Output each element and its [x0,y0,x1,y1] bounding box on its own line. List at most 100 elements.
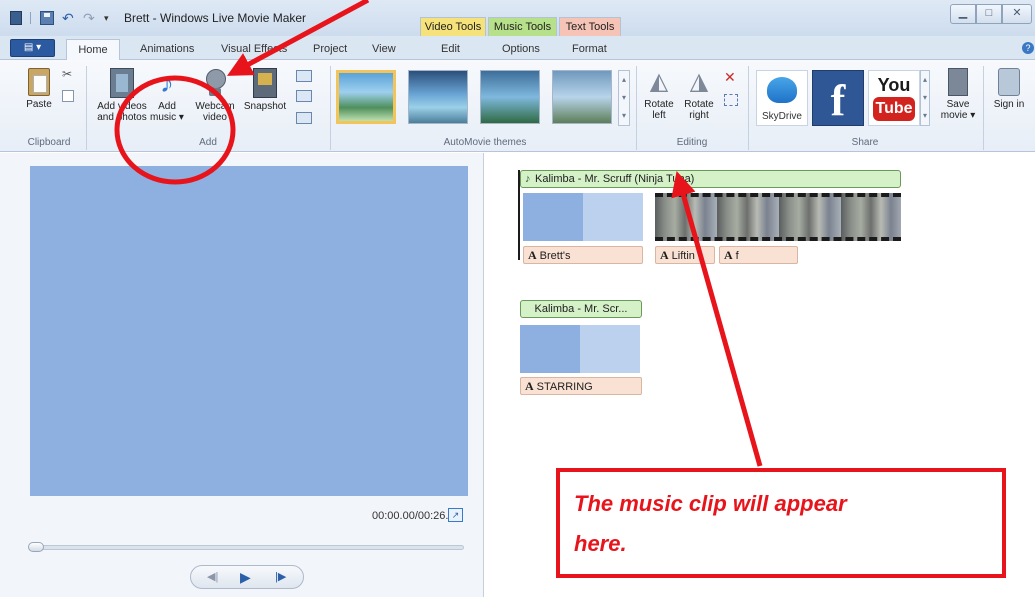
preview-monitor[interactable] [30,166,468,496]
preview-pane: 00:00.00/00:26.33 ↗ ◀| ▶ |▶ [0,153,484,597]
rotate-left-icon: ◭ [649,68,669,95]
youtube-logo-badge: Tube [873,97,915,121]
undo-icon[interactable]: ↶ [62,11,76,25]
skydrive-label: SkyDrive [761,111,802,122]
video-tools-context-tab: Video Tools [420,17,486,36]
webcam-icon [204,68,226,98]
seek-bar[interactable] [30,545,464,550]
youtube-logo-text: You [877,75,911,95]
add-music-button[interactable]: ♪ Add music ▾ [148,67,186,124]
theme-thumbnail[interactable] [552,70,612,124]
caption-clip[interactable]: Af [719,246,798,264]
group-divider [86,66,87,150]
caption-clip[interactable]: A Liftin [655,246,715,264]
minimize-button[interactable]: ▁ [950,4,976,24]
play-icon[interactable]: ▶ [240,570,251,584]
youtube-button[interactable]: You Tube [868,70,920,126]
cut-icon[interactable]: ✂ [62,68,76,80]
gallery-scroll-icon[interactable]: ▴ ▾ ▾ [920,70,930,126]
clipboard-icon [28,68,50,96]
theme-thumbnail[interactable] [408,70,468,124]
next-frame-icon[interactable]: |▶ [275,570,286,584]
tab-view[interactable]: View [372,43,396,55]
rotate-right-label: Rotate right [684,99,714,121]
paste-label: Paste [26,99,52,110]
quick-access-dropdown-icon[interactable]: ▾ [104,11,114,25]
window-title: Brett - Windows Live Movie Maker [124,11,307,25]
help-icon[interactable]: ? [1022,42,1034,54]
quick-access-divider [30,12,31,24]
editing-group-label: Editing [676,137,708,148]
group-divider [983,66,984,150]
select-all-icon[interactable] [724,94,738,106]
caption-text: f [735,250,739,262]
automovie-themes-gallery: ▴ ▾ ▾ [336,66,634,134]
caption-clip[interactable]: A STARRING [520,377,642,395]
add-videos-and-photos-button[interactable]: Add videos and photos [93,68,151,123]
playback-controls: ◀| ▶ |▶ [190,565,304,589]
close-button[interactable]: ✕ [1002,4,1032,24]
file-menu-button[interactable]: ▤ ▾ [10,39,55,57]
sign-in-button[interactable]: Sign in [990,68,1028,110]
text-glyph-icon: A [724,248,733,262]
tab-project[interactable]: Project [313,43,347,55]
previous-frame-icon[interactable]: ◀| [207,570,218,584]
tab-animations[interactable]: Animations [140,43,194,55]
gallery-scroll-icon[interactable]: ▴ ▾ ▾ [618,70,630,126]
seek-thumb[interactable] [28,542,44,552]
add-caption-icon[interactable] [296,90,312,102]
fullscreen-icon[interactable]: ↗ [448,508,463,522]
tab-visual-effects[interactable]: Visual Effects [221,43,287,55]
music-clip[interactable]: Kalimba - Mr. Scr... [520,300,642,318]
add-credits-icon[interactable] [296,112,312,124]
save-icon[interactable] [40,11,54,25]
group-divider [748,66,749,150]
tab-format[interactable]: Format [572,43,607,55]
add-group-label: Add [199,137,217,148]
skydrive-button[interactable]: SkyDrive [756,70,808,126]
snapshot-button[interactable]: Snapshot [241,68,289,112]
text-glyph-icon: A [525,379,534,393]
sign-in-label: Sign in [993,99,1025,110]
tab-home[interactable]: Home [66,39,120,61]
music-clip-label: Kalimba - Mr. Scruff (Ninja Tuna) [535,173,695,185]
app-menu-icon[interactable] [10,11,22,25]
music-clip[interactable]: ♪ Kalimba - Mr. Scruff (Ninja Tuna) [520,170,901,188]
remove-icon[interactable]: ✕ [724,70,738,84]
text-glyph-icon: A [660,248,669,262]
webcam-video-button[interactable]: Webcam video [193,68,237,123]
title-clip-thumbnail[interactable] [520,325,640,373]
snapshot-label: Snapshot [243,101,287,112]
facebook-button[interactable]: f [812,70,864,126]
rotate-left-button[interactable]: ◭ Rotate left [640,68,678,121]
annotation-text-line-1: The music clip will appear [574,491,847,516]
caption-text: STARRING [536,381,593,393]
music-tools-context-tab: Music Tools [488,17,557,36]
skydrive-icon [767,77,797,103]
share-group-label: Share [851,137,879,148]
redo-icon[interactable]: ↷ [83,11,97,25]
ribbon-tab-row: ▤ ▾ Home Animations Visual Effects Proje… [0,36,1035,61]
copy-icon[interactable] [62,90,74,102]
tab-options[interactable]: Options [502,43,540,55]
annotation-text-line-2: here. [574,531,627,556]
music-note-icon: ♪ [160,67,174,98]
annotation-callout: The music clip will appear here. [556,468,1006,578]
tab-edit[interactable]: Edit [441,43,460,55]
caption-text: Brett's [539,250,571,262]
title-clip-thumbnail[interactable] [523,193,643,241]
themes-group-label: AutoMovie themes [443,137,527,148]
rotate-right-button[interactable]: ◮ Rotate right [680,68,718,121]
add-title-icon[interactable] [296,70,312,82]
music-note-icon: ♪ [525,173,531,185]
theme-thumbnail[interactable] [480,70,540,124]
paste-button[interactable]: Paste [20,68,58,110]
save-movie-button[interactable]: Save movie ▾ [938,68,978,121]
theme-thumbnail[interactable] [336,70,396,124]
caption-clip[interactable]: A Brett's [523,246,643,264]
user-icon [998,68,1020,96]
video-clip-thumbnail[interactable] [655,193,901,241]
maximize-button[interactable]: □ [976,4,1002,24]
save-movie-icon [948,68,968,96]
ribbon: Paste ✂ Clipboard Add videos and photos … [0,60,1035,152]
